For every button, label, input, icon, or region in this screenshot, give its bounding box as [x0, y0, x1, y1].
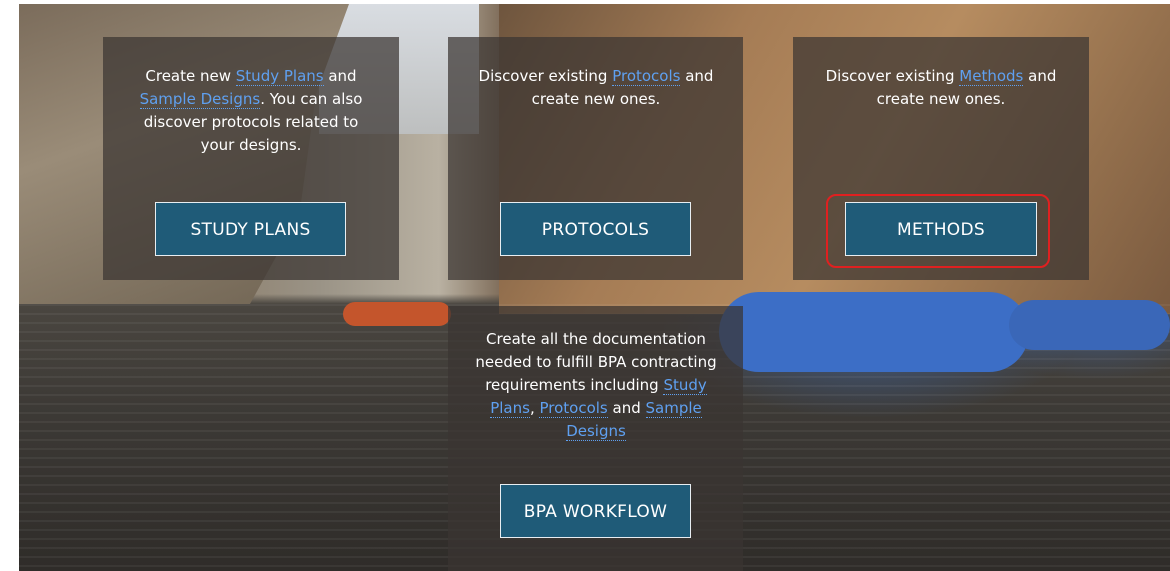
- study-plans-link[interactable]: Study Plans: [235, 67, 324, 86]
- protocols-link[interactable]: Protocols: [612, 67, 681, 86]
- text: and: [323, 67, 357, 85]
- text: Discover existing: [825, 67, 960, 85]
- bpa-workflow-description: Create all the documentation needed to f…: [470, 328, 722, 443]
- raft-right: [1009, 300, 1170, 350]
- methods-description: Discover existing Methods and create new…: [817, 65, 1065, 111]
- text: Create new: [145, 67, 236, 85]
- raft-foreground: [719, 292, 1029, 372]
- protocols-card: Discover existing Protocols and create n…: [448, 37, 743, 280]
- protocols-description: Discover existing Protocols and create n…: [472, 65, 720, 111]
- bpa-workflow-button[interactable]: BPA WORKFLOW: [500, 484, 691, 538]
- protocols-button[interactable]: PROTOCOLS: [500, 202, 691, 256]
- study-plans-description: Create new Study Plans and Sample Design…: [129, 65, 373, 157]
- sample-designs-link[interactable]: Sample Designs: [139, 90, 261, 109]
- raft-distant: [343, 302, 451, 326]
- text: Discover existing: [478, 67, 613, 85]
- methods-highlight-outline: [826, 194, 1050, 268]
- protocols-link[interactable]: Protocols: [539, 399, 608, 418]
- methods-link[interactable]: Methods: [959, 67, 1024, 86]
- bpa-workflow-card: Create all the documentation needed to f…: [448, 306, 743, 571]
- study-plans-button[interactable]: STUDY PLANS: [155, 202, 346, 256]
- study-plans-card: Create new Study Plans and Sample Design…: [103, 37, 399, 280]
- text: and: [612, 399, 646, 417]
